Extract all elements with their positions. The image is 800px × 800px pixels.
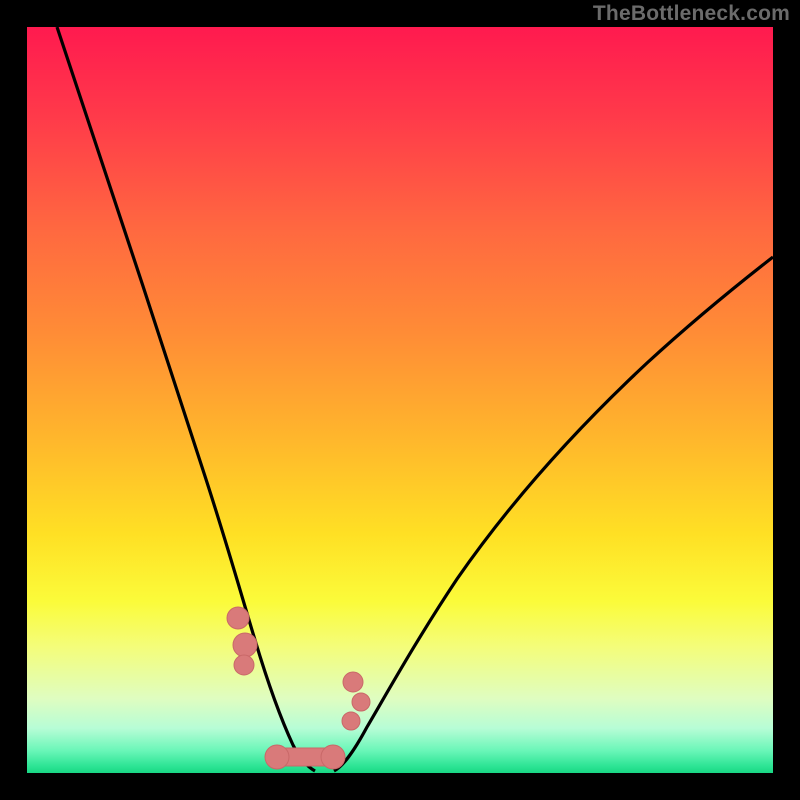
marker-dot <box>343 672 363 692</box>
left-markers-group <box>227 607 257 675</box>
bottom-connector <box>265 745 345 769</box>
marker-dot <box>342 712 360 730</box>
watermark-text: TheBottleneck.com <box>593 2 790 26</box>
marker-dot <box>227 607 249 629</box>
left-curve <box>57 27 315 771</box>
chart-svg <box>27 27 773 773</box>
right-curve <box>334 257 773 771</box>
marker-dot <box>352 693 370 711</box>
right-markers-group <box>342 672 370 730</box>
marker-dot <box>233 633 257 657</box>
plot-area <box>27 27 773 773</box>
chart-frame: TheBottleneck.com <box>0 0 800 800</box>
marker-dot <box>234 655 254 675</box>
